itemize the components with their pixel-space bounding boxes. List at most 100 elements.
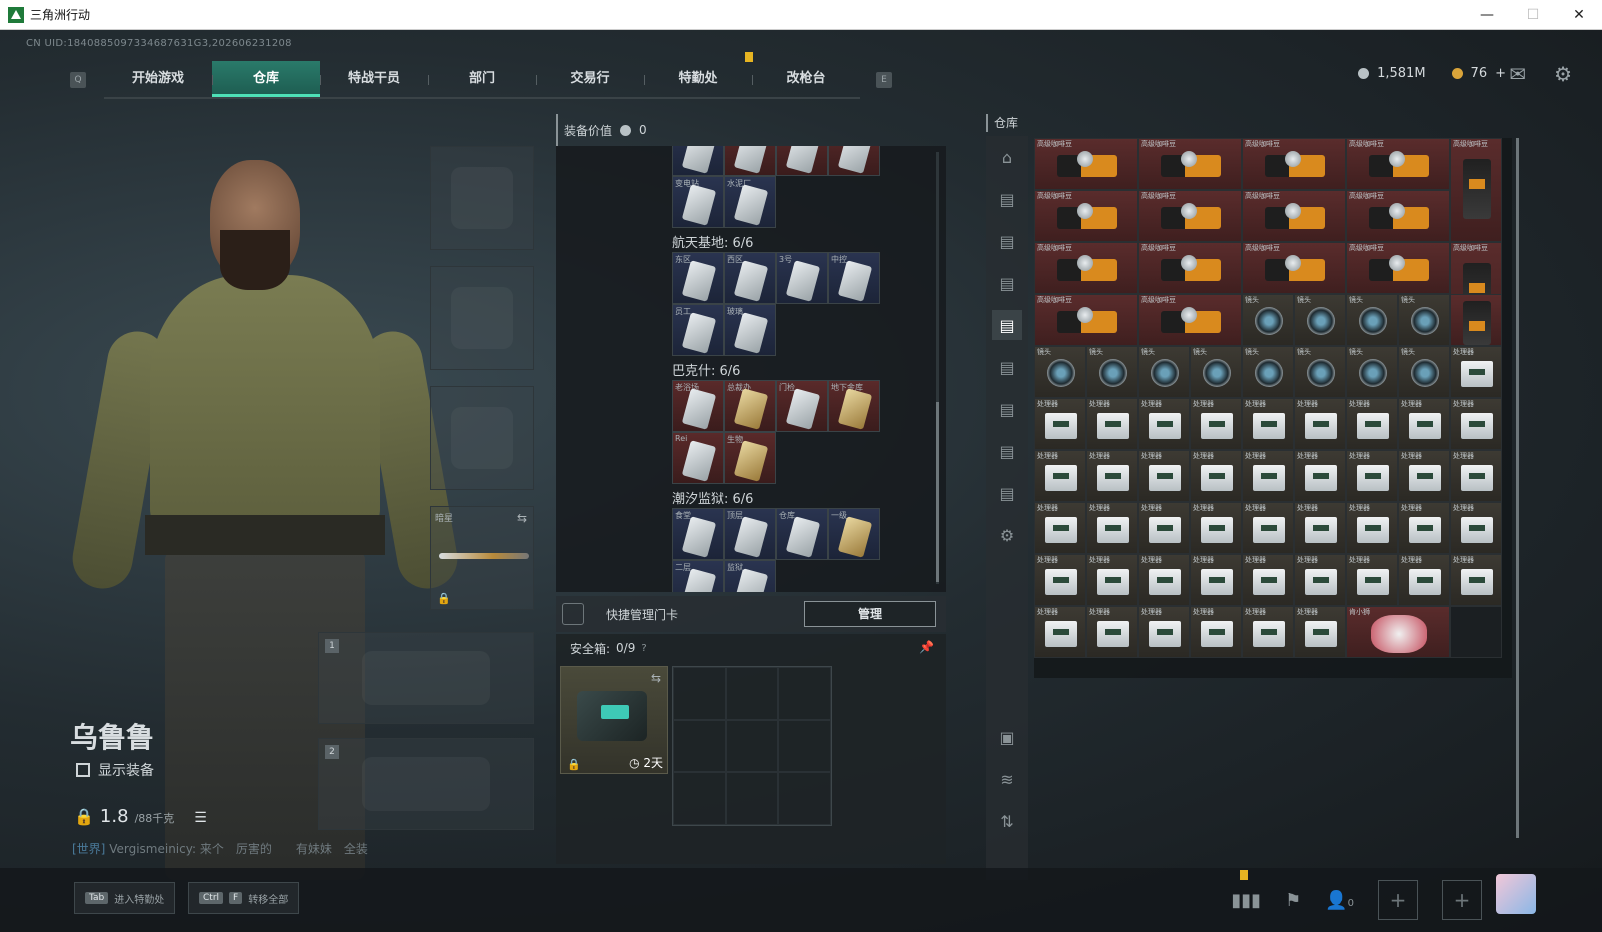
warehouse-item-cpu[interactable]: 处理器 bbox=[1138, 450, 1190, 502]
flag-icon[interactable]: ⚑ bbox=[1285, 890, 1301, 911]
warehouse-item-cpu[interactable]: 处理器 bbox=[1450, 450, 1502, 502]
safe-box-item[interactable]: ⇆ 🔒 ◷ 2天 bbox=[560, 666, 668, 774]
warehouse-item-coffee[interactable]: 高级咖啡豆 bbox=[1138, 190, 1242, 242]
keycard[interactable]: 仓库 bbox=[776, 508, 828, 560]
minimize-button[interactable]: — bbox=[1464, 0, 1510, 30]
warehouse-item-lens[interactable]: 镜头 bbox=[1138, 346, 1190, 398]
warehouse-item-coffee[interactable]: 高级咖啡豆 bbox=[1346, 138, 1450, 190]
warehouse-item-cpu[interactable]: 处理器 bbox=[1294, 554, 1346, 606]
warehouse-item-lens[interactable]: 镜头 bbox=[1398, 294, 1450, 346]
pistol-slot[interactable] bbox=[430, 386, 534, 490]
warehouse-item-cpu[interactable]: 处理器 bbox=[1086, 502, 1138, 554]
warehouse-item-cpu[interactable]: 处理器 bbox=[1190, 502, 1242, 554]
help-icon[interactable]: ? bbox=[641, 643, 646, 654]
keycard[interactable]: 3号 bbox=[776, 252, 828, 304]
keycard[interactable]: 水泥厂 bbox=[724, 176, 776, 228]
warehouse-item-cpu[interactable]: 处理器 bbox=[1242, 398, 1294, 450]
keycard[interactable] bbox=[724, 146, 776, 176]
warehouse-item-cpu[interactable]: 处理器 bbox=[1034, 450, 1086, 502]
melee-slot[interactable]: 暗星 ⇆ 🔒 bbox=[430, 506, 534, 610]
add-party-slot-1[interactable]: + bbox=[1378, 880, 1418, 920]
warehouse-item-cpu[interactable]: 处理器 bbox=[1450, 346, 1502, 398]
warehouse-item-lens[interactable]: 镜头 bbox=[1190, 346, 1242, 398]
chat-line[interactable]: [世界] Vergismeinicy: 来个 厉害的 有妹妹 全装 bbox=[72, 840, 368, 857]
keycard[interactable]: 老浴场 bbox=[672, 380, 724, 432]
keycard[interactable]: 食堂 bbox=[672, 508, 724, 560]
warehouse-item-cpu[interactable]: 处理器 bbox=[1398, 450, 1450, 502]
warehouse-item-cpu[interactable]: 处理器 bbox=[1086, 554, 1138, 606]
tab-gunsmith[interactable]: 改枪台 bbox=[752, 61, 860, 97]
prev-tab-key[interactable]: Q bbox=[70, 72, 86, 88]
warehouse-item-cpu[interactable]: 处理器 bbox=[1294, 606, 1346, 658]
keycard[interactable]: 变电站 bbox=[672, 176, 724, 228]
warehouse-item-cpu[interactable]: 处理器 bbox=[1190, 450, 1242, 502]
primary-weapon-slot-1[interactable]: 1 bbox=[318, 632, 534, 724]
stats-icon[interactable]: ▮▮▮ bbox=[1231, 890, 1261, 911]
keycard[interactable]: 中控 bbox=[828, 252, 880, 304]
transfer-all-button[interactable]: Ctrl F 转移全部 bbox=[188, 882, 300, 914]
keycard[interactable]: 总裁办 bbox=[724, 380, 776, 432]
warehouse-item-cpu[interactable]: 处理器 bbox=[1398, 554, 1450, 606]
warehouse-item-cpu[interactable]: 处理器 bbox=[1138, 398, 1190, 450]
warehouse-item-lens[interactable]: 镜头 bbox=[1242, 294, 1294, 346]
safe-box-cell[interactable] bbox=[778, 719, 831, 773]
safe-box-cell[interactable] bbox=[725, 667, 779, 720]
helmet-slot[interactable] bbox=[430, 146, 534, 250]
warehouse-item-cpu[interactable]: 处理器 bbox=[1346, 502, 1398, 554]
warehouse-item-coffee[interactable]: 高级咖啡豆 bbox=[1242, 138, 1346, 190]
warehouse-item-cpu[interactable]: 处理器 bbox=[1138, 554, 1190, 606]
warehouse-item-cpu[interactable]: 处理器 bbox=[1450, 554, 1502, 606]
warehouse-item-lens[interactable]: 镜头 bbox=[1034, 346, 1086, 398]
safe-box-cell[interactable] bbox=[778, 772, 831, 825]
warehouse-item-coffee[interactable]: 高级咖啡豆 bbox=[1034, 138, 1138, 190]
warehouse-item-cpu[interactable]: 处理器 bbox=[1138, 606, 1190, 658]
warehouse-item-cpu[interactable]: 处理器 bbox=[1034, 606, 1086, 658]
tab-special-ops[interactable]: 特勤处 bbox=[644, 61, 752, 97]
safe-box-cell[interactable] bbox=[673, 719, 726, 773]
armor-slot[interactable] bbox=[430, 266, 534, 370]
warehouse-page-5-icon[interactable]: ▤ bbox=[992, 352, 1022, 382]
primary-weapon-slot-2[interactable]: 2 bbox=[318, 738, 534, 830]
warehouse-item-coffee-bag[interactable]: 高级咖啡豆 bbox=[1450, 138, 1502, 242]
list-icon[interactable]: ☰ bbox=[194, 810, 207, 826]
warehouse-item-coffee[interactable]: 高级咖啡豆 bbox=[1138, 138, 1242, 190]
enter-special-ops-button[interactable]: Tab 进入特勤处 bbox=[74, 882, 176, 914]
warehouse-page-4-icon[interactable]: ▤ bbox=[992, 310, 1022, 340]
keycard[interactable] bbox=[828, 146, 880, 176]
pin-icon[interactable]: 📌 bbox=[919, 640, 934, 654]
keycard[interactable]: 二层 bbox=[672, 560, 724, 592]
warehouse-storage-icon[interactable]: ▣ bbox=[992, 722, 1022, 752]
warehouse-item-coffee[interactable]: 高级咖啡豆 bbox=[1138, 242, 1242, 294]
tab-market[interactable]: 交易行 bbox=[536, 61, 644, 97]
swap-icon[interactable]: ⇆ bbox=[517, 511, 527, 525]
warehouse-item-lens[interactable]: 镜头 bbox=[1242, 346, 1294, 398]
warehouse-empty-cell[interactable] bbox=[1450, 606, 1502, 658]
warehouse-item-cpu[interactable]: 处理器 bbox=[1398, 502, 1450, 554]
show-gear-toggle[interactable]: 显示装备 bbox=[76, 760, 154, 780]
safe-box-cell[interactable] bbox=[725, 772, 779, 825]
warehouse-item-cpu[interactable]: 处理器 bbox=[1086, 606, 1138, 658]
warehouse-page-7-icon[interactable]: ▤ bbox=[992, 436, 1022, 466]
warehouse-item-cpu[interactable]: 处理器 bbox=[1086, 450, 1138, 502]
safe-box-cell[interactable] bbox=[673, 667, 726, 720]
keycard[interactable]: 生物 bbox=[724, 432, 776, 484]
gear-icon[interactable]: ⚙ bbox=[1554, 62, 1572, 86]
warehouse-item-lens[interactable]: 镜头 bbox=[1398, 346, 1450, 398]
keycard[interactable] bbox=[776, 146, 828, 176]
warehouse-item-cpu[interactable]: 处理器 bbox=[1346, 554, 1398, 606]
warehouse-item-cpu[interactable]: 处理器 bbox=[1450, 398, 1502, 450]
maximize-button[interactable]: ☐ bbox=[1510, 0, 1556, 30]
warehouse-settings-icon[interactable]: ⚙ bbox=[992, 520, 1022, 550]
safe-box-grid[interactable] bbox=[672, 666, 832, 826]
warehouse-item-coffee[interactable]: 高级咖啡豆 bbox=[1034, 242, 1138, 294]
tab-operators[interactable]: 特战干员 bbox=[320, 61, 428, 97]
manage-button[interactable]: 管理 bbox=[804, 601, 936, 627]
warehouse-item-cpu[interactable]: 处理器 bbox=[1242, 502, 1294, 554]
keycard[interactable]: 门检 bbox=[776, 380, 828, 432]
warehouse-item-cpu[interactable]: 处理器 bbox=[1294, 502, 1346, 554]
warehouse-page-6-icon[interactable]: ▤ bbox=[992, 394, 1022, 424]
warehouse-item-cpu[interactable]: 处理器 bbox=[1190, 554, 1242, 606]
warehouse-page-1-icon[interactable]: ▤ bbox=[992, 184, 1022, 214]
warehouse-item-lens[interactable]: 镜头 bbox=[1086, 346, 1138, 398]
add-currency-button[interactable]: + bbox=[1495, 66, 1506, 81]
